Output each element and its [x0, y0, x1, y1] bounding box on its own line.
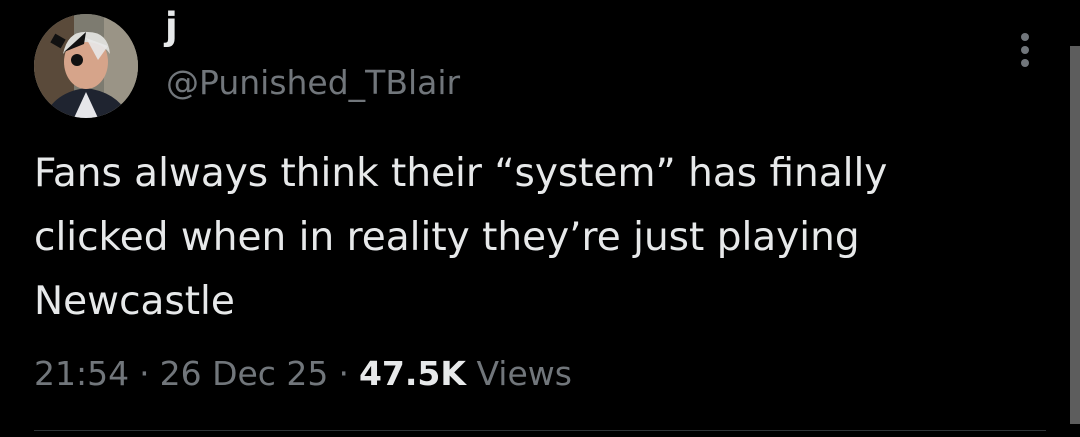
- views-label: Views: [476, 354, 572, 393]
- username-handle[interactable]: @Punished_TBlair: [166, 61, 460, 105]
- display-name[interactable]: j: [165, 4, 178, 50]
- tweet-date[interactable]: 26 Dec 25: [160, 354, 329, 393]
- views-count: 47.5K: [358, 354, 466, 393]
- scrollbar[interactable]: [1070, 46, 1080, 424]
- divider: [34, 430, 1046, 431]
- tweet: j @Punished_TBlair Fans always think the…: [0, 0, 1080, 437]
- tweet-metadata: 21:54 · 26 Dec 25 · 47.5K Views: [34, 352, 572, 396]
- more-vertical-icon-dot: [1021, 59, 1029, 67]
- more-vertical-icon-dot: [1021, 46, 1029, 54]
- tweet-text: Fans always think their “system” has fin…: [34, 151, 888, 324]
- separator-dot: ·: [338, 354, 349, 393]
- more-vertical-icon: [1021, 33, 1029, 41]
- tweet-time[interactable]: 21:54: [34, 354, 129, 393]
- profile-avatar-image: [34, 14, 138, 118]
- avatar[interactable]: [34, 14, 138, 118]
- separator-dot: ·: [139, 354, 150, 393]
- more-options-button[interactable]: [1010, 30, 1040, 70]
